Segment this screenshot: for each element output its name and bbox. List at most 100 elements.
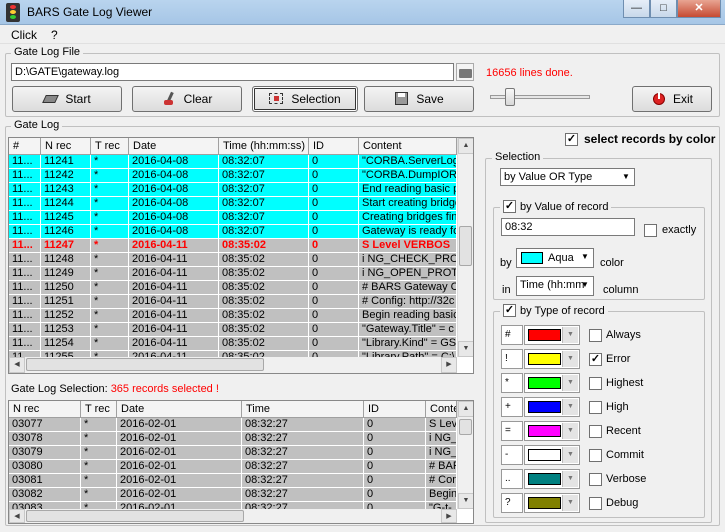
selection-button[interactable]: Selection: [252, 86, 358, 112]
sel-scroll-down-arrow-icon[interactable]: ▼: [458, 493, 473, 509]
sel-scroll-right-arrow-icon[interactable]: ▶: [441, 509, 457, 523]
table-cell: *: [81, 418, 117, 432]
chevron-down-icon: ▼: [622, 172, 630, 181]
sel-scroll-left-arrow-icon[interactable]: ◀: [9, 509, 25, 523]
log-vscroll-thumb[interactable]: [459, 226, 472, 266]
type-checkbox[interactable]: [589, 425, 602, 438]
log-col-header[interactable]: Time (hh:mm:ss): [219, 138, 309, 155]
column-select[interactable]: Time (hh:mm ▼: [516, 276, 594, 296]
table-cell: 0: [309, 211, 359, 225]
type-color-select[interactable]: ▼: [524, 469, 580, 489]
clear-button[interactable]: Clear: [132, 86, 242, 112]
minimize-button[interactable]: —: [623, 0, 650, 18]
table-row[interactable]: 03080*2016-02-0108:32:270# BAR: [9, 460, 457, 474]
type-color-select[interactable]: ▼: [524, 445, 580, 465]
scroll-up-arrow-icon[interactable]: ▲: [458, 138, 473, 154]
title-bar[interactable]: BARS Gate Log Viewer — □ ✕: [0, 0, 725, 25]
table-row[interactable]: 11... 11244 * 2016-04-08 08:32:07 0 Start crea…: [9, 197, 457, 211]
table-row[interactable]: 11... 11246 * 2016-04-08 08:32:07 0 Gateway is…: [9, 225, 457, 239]
maximize-button[interactable]: □: [650, 0, 677, 18]
table-row[interactable]: 11... 11249 * 2016-04-11 08:35:02 0 i NG_OPEN_…: [9, 267, 457, 281]
speed-slider-thumb[interactable]: [505, 88, 515, 106]
table-cell: 2016-04-11: [129, 323, 219, 337]
type-checkbox[interactable]: [589, 449, 602, 462]
type-color-select[interactable]: ▼: [524, 397, 580, 417]
log-col-header[interactable]: #: [9, 138, 41, 155]
log-hscroll-thumb[interactable]: [26, 358, 264, 371]
type-color-select[interactable]: ▼: [524, 349, 580, 369]
type-checkbox[interactable]: [589, 401, 602, 414]
table-row[interactable]: 11... 11248 * 2016-04-11 08:35:02 0 i NG_CHECK…: [9, 253, 457, 267]
scroll-left-arrow-icon[interactable]: ◀: [9, 357, 25, 373]
selection-mode-select[interactable]: by Value OR Type ▼: [500, 168, 635, 186]
menu-click[interactable]: Click: [11, 28, 37, 42]
selection-label: Selection: [291, 92, 341, 106]
save-button[interactable]: Save: [364, 86, 474, 112]
table-row[interactable]: 03081 * 2016-02-01 08:32:27 0 # Con: [9, 474, 457, 488]
type-color-select[interactable]: ▼: [524, 373, 580, 393]
table-row[interactable]: 11... 11247 * 2016-04-11 08:35:02 0 S Level VE…: [9, 239, 457, 253]
log-col-header[interactable]: T rec: [91, 138, 129, 155]
type-checkbox[interactable]: [589, 473, 602, 486]
table-row[interactable]: 03082 * 2016-02-01 08:32:27 0 Begin: [9, 488, 457, 502]
table-row[interactable]: 03078 * 2016-02-01 08:32:27 0 i NG_: [9, 432, 457, 446]
log-path-input[interactable]: D:\GATE\gateway.log: [11, 63, 454, 81]
sel-col-header[interactable]: Conte: [426, 401, 457, 418]
sel-col-header[interactable]: Date: [117, 401, 242, 418]
table-row[interactable]: 03077*2016-02-0108:32:270S Leve: [9, 418, 457, 432]
type-checkbox[interactable]: [589, 377, 602, 390]
log-col-header[interactable]: Content: [359, 138, 457, 155]
exactly-checkbox[interactable]: [644, 224, 657, 237]
table-cell: 08:35:02: [219, 253, 309, 267]
by-value-label: by Value of record: [520, 200, 609, 213]
color-select[interactable]: Aqua ▼: [516, 248, 594, 268]
table-cell: *: [91, 267, 129, 281]
sel-col-header[interactable]: ID: [364, 401, 426, 418]
log-col-header[interactable]: ID: [309, 138, 359, 155]
chevron-down-icon: ▼: [562, 351, 578, 367]
selection-horizontal-scrollbar[interactable]: ◀ ▶: [9, 509, 457, 523]
table-row[interactable]: 11... 11250 * 2016-04-11 08:35:02 0 # BARS Gat…: [9, 281, 457, 295]
open-folder-button[interactable]: [456, 63, 474, 81]
select-by-color-checkbox[interactable]: ✓: [565, 133, 578, 146]
value-input[interactable]: 08:32: [501, 218, 635, 236]
table-cell: *: [91, 323, 129, 337]
close-button[interactable]: ✕: [677, 0, 721, 18]
start-button[interactable]: Start: [12, 86, 122, 112]
table-row[interactable]: 11... 11241 * 2016-04-08 08:32:07 0 "CORBA.Ser…: [9, 155, 457, 169]
log-horizontal-scrollbar[interactable]: ◀ ▶: [9, 357, 457, 373]
log-col-header[interactable]: Date: [129, 138, 219, 155]
sel-col-header[interactable]: Time: [242, 401, 364, 418]
exit-button[interactable]: Exit: [632, 86, 712, 112]
by-value-checkbox[interactable]: ✓: [503, 200, 516, 213]
table-row[interactable]: 11... 11251 * 2016-04-11 08:35:02 0 # Config: …: [9, 295, 457, 309]
table-cell: 0: [364, 488, 426, 502]
by-type-label: by Type of record: [520, 304, 605, 317]
selection-vertical-scrollbar[interactable]: ▲ ▼: [457, 401, 473, 509]
type-color-select[interactable]: ▼: [524, 325, 580, 345]
sel-hscroll-thumb[interactable]: [26, 510, 244, 522]
table-row[interactable]: 03079 * 2016-02-01 08:32:27 0 i NG_: [9, 446, 457, 460]
sel-vscroll-thumb[interactable]: [459, 419, 472, 435]
scroll-right-arrow-icon[interactable]: ▶: [441, 357, 457, 373]
type-color-select[interactable]: ▼: [524, 421, 580, 441]
table-cell: 2016-04-11: [129, 239, 219, 253]
sel-scroll-up-arrow-icon[interactable]: ▲: [458, 401, 473, 417]
sel-col-header[interactable]: T rec: [81, 401, 117, 418]
type-color-select[interactable]: ▼: [524, 493, 580, 513]
table-row[interactable]: 11... 11252 * 2016-04-11 08:35:02 0 Begin read…: [9, 309, 457, 323]
log-vertical-scrollbar[interactable]: ▲ ▼: [457, 138, 473, 357]
table-row[interactable]: 11... 11253 * 2016-04-11 08:35:02 0 "Gateway.T…: [9, 323, 457, 337]
table-row[interactable]: 11... 11254 * 2016-04-11 08:35:02 0 "Library.K…: [9, 337, 457, 351]
sel-col-header[interactable]: N rec: [9, 401, 81, 418]
menu-help[interactable]: ?: [51, 28, 58, 42]
scroll-down-arrow-icon[interactable]: ▼: [458, 341, 473, 357]
type-checkbox[interactable]: [589, 329, 602, 342]
type-checkbox[interactable]: [589, 497, 602, 510]
by-type-checkbox[interactable]: ✓: [503, 304, 516, 317]
table-row[interactable]: 11... 11245 * 2016-04-08 08:32:07 0 Creating b…: [9, 211, 457, 225]
log-col-header[interactable]: N rec: [41, 138, 91, 155]
table-row[interactable]: 11... 11243 * 2016-04-08 08:32:07 0 End readin…: [9, 183, 457, 197]
table-row[interactable]: 11... 11242 * 2016-04-08 08:32:07 0 "CORBA.Dum…: [9, 169, 457, 183]
type-checkbox[interactable]: ✓: [589, 353, 602, 366]
